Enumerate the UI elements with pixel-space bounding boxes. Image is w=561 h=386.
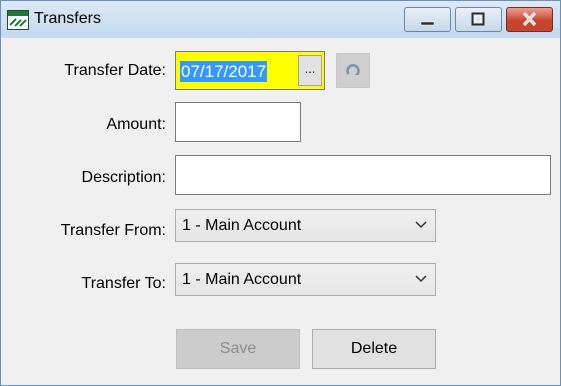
save-button[interactable]: Save (176, 329, 300, 369)
minimize-button[interactable] (404, 7, 451, 32)
form-area: Transfer Date: 07/17/2017 ... Amount: De… (1, 38, 560, 385)
maximize-icon (471, 12, 485, 26)
close-icon (522, 11, 537, 27)
title-bar[interactable]: Transfers (1, 1, 560, 38)
refresh-button[interactable] (336, 53, 370, 88)
transfer-from-value: 1 - Main Account (182, 217, 302, 234)
transfers-window: Transfers Transfer Date: 07/17/2017 ... (0, 0, 561, 386)
description-input[interactable] (175, 155, 551, 195)
refresh-icon (346, 64, 360, 75)
description-label: Description: (81, 169, 166, 186)
close-button[interactable] (506, 7, 553, 32)
app-icon (7, 10, 29, 30)
transfer-date-field[interactable]: 07/17/2017 ... (175, 51, 325, 90)
transfer-to-select[interactable]: 1 - Main Account (175, 263, 436, 296)
amount-label: Amount: (106, 116, 166, 133)
minimize-icon (420, 21, 435, 26)
transfer-from-label: Transfer From: (60, 222, 166, 239)
transfer-from-select[interactable]: 1 - Main Account (175, 209, 436, 242)
chevron-down-icon (415, 275, 427, 283)
transfer-to-label: Transfer To: (81, 275, 166, 292)
maximize-button[interactable] (455, 7, 502, 32)
chevron-down-icon (415, 221, 427, 229)
date-picker-button[interactable]: ... (298, 55, 322, 86)
transfer-date-value: 07/17/2017 (180, 61, 268, 82)
delete-button[interactable]: Delete (312, 329, 436, 369)
transfer-date-label: Transfer Date: (64, 62, 166, 79)
window-title: Transfers (34, 10, 101, 27)
transfer-to-value: 1 - Main Account (182, 271, 302, 288)
amount-input[interactable] (175, 102, 301, 142)
